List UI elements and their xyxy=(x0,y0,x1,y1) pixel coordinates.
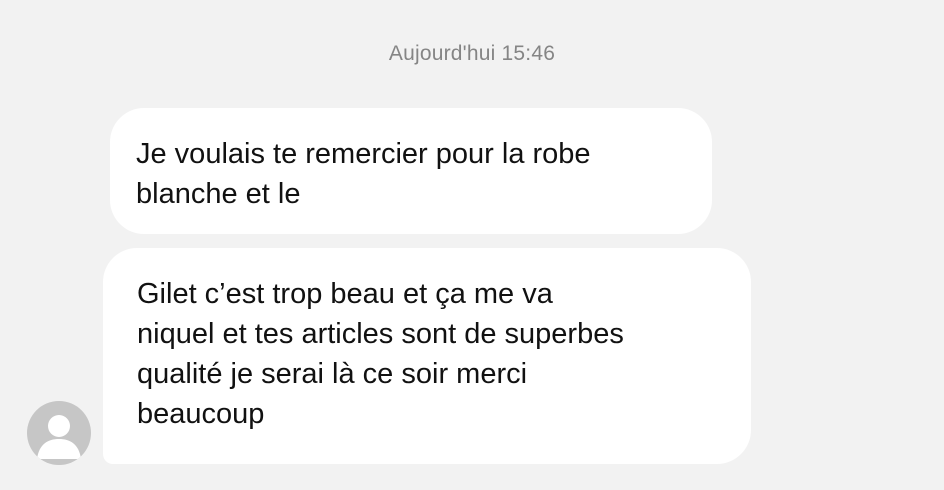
message-text-line: qualité je serai là ce soir merci xyxy=(137,358,528,390)
message-text-line: Gilet c’est trop beau et ça me va xyxy=(137,278,553,310)
message-bubble-1[interactable]: Je voulais te remercier pour la robe bla… xyxy=(110,108,712,234)
message-text-line: Je voulais te remercier pour la robe xyxy=(136,138,591,170)
message-text-line: beaucoup xyxy=(137,398,265,430)
contact-avatar[interactable] xyxy=(27,401,91,465)
person-silhouette-icon xyxy=(37,415,81,459)
message-text-line: blanche et le xyxy=(136,178,301,210)
message-text-line: niquel et tes articles sont de superbes xyxy=(137,318,624,350)
message-bubble-2[interactable]: Gilet c’est trop beau et ça me va niquel… xyxy=(103,248,751,464)
message-timestamp: Aujourd'hui 15:46 xyxy=(388,42,556,65)
